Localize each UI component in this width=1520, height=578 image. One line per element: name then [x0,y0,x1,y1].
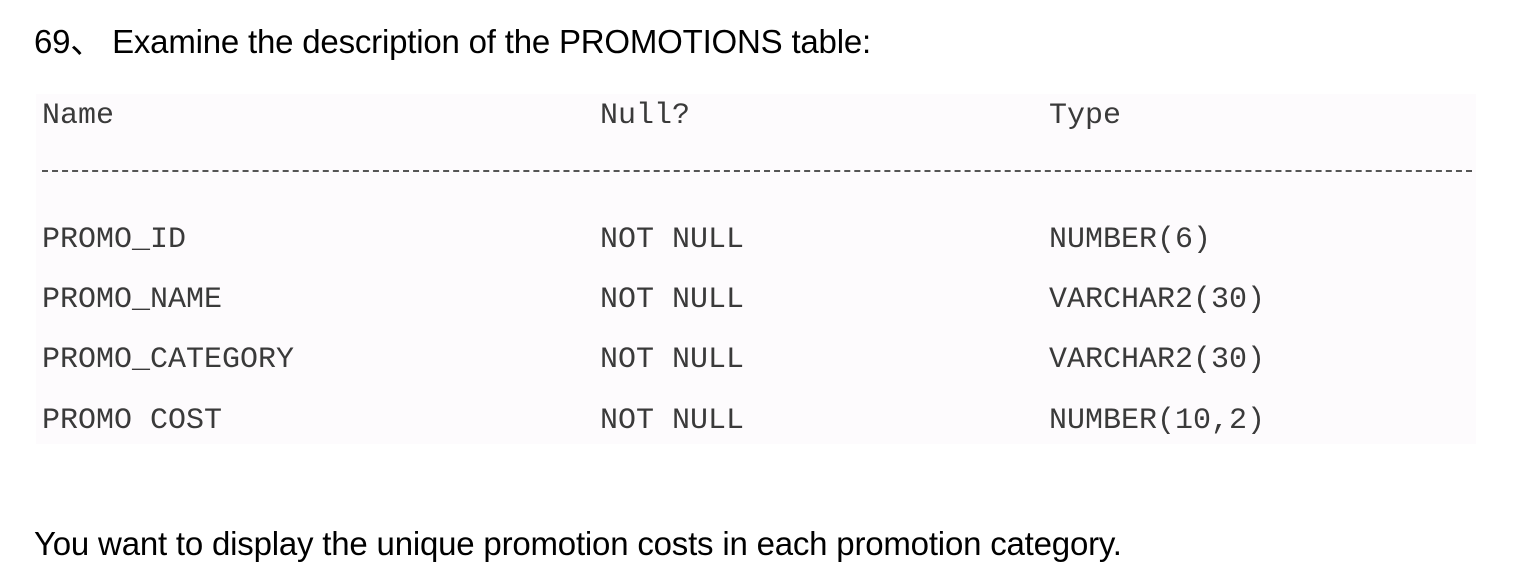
column-type-cell: NUMBER(6) [1049,223,1212,257]
question-prompt: You want to display the unique promotion… [34,525,1122,562]
table-row: PROMO_ID NOT NULL NUMBER(6) [36,220,1476,260]
header-name: Name [42,99,115,133]
table-row: PROMO_NAME NOT NULL VARCHAR2(30) [36,280,1476,320]
column-type-cell: VARCHAR2(30) [1049,343,1266,377]
column-null-cell: NOT NULL [600,343,745,377]
column-name-cell: PROMO COST [42,404,223,438]
header-divider [42,170,1472,172]
column-name-cell: PROMO_NAME [42,283,223,317]
header-null: Null? [600,99,691,133]
table-row: PROMO_CATEGORY NOT NULL VARCHAR2(30) [36,340,1476,380]
question-title: 69、 Examine the description of the PROMO… [34,23,871,60]
header-type: Type [1049,99,1122,133]
table-header-row: Name Null? Type [36,96,1476,136]
column-null-cell: NOT NULL [600,223,745,257]
table-row: PROMO COST NOT NULL NUMBER(10,2) [36,401,1476,441]
column-null-cell: NOT NULL [600,404,745,438]
column-type-cell: NUMBER(10,2) [1049,404,1266,438]
column-name-cell: PROMO_CATEGORY [42,343,295,377]
column-null-cell: NOT NULL [600,283,745,317]
column-type-cell: VARCHAR2(30) [1049,283,1266,317]
column-name-cell: PROMO_ID [42,223,187,257]
table-description-image: Name Null? Type PROMO_ID NOT NULL NUMBER… [36,94,1476,444]
